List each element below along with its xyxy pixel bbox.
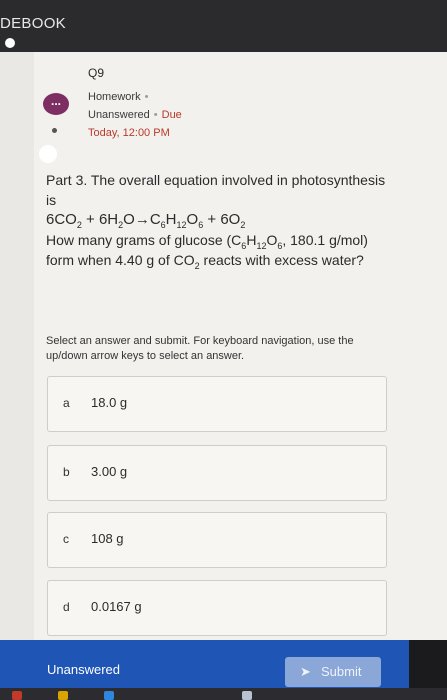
- answer-option-d[interactable]: d 0.0167 g: [47, 580, 387, 636]
- separator-dot-icon: •: [153, 109, 158, 121]
- option-text: 0.0167 g: [91, 599, 142, 614]
- answer-option-c[interactable]: c 108 g: [47, 512, 387, 568]
- eq-sub: 12: [176, 220, 187, 230]
- option-letter: a: [63, 396, 70, 410]
- question-meta: Homework •: [88, 88, 182, 106]
- question-header: Q9 Homework • Unanswered • Due Today, 12:00…: [88, 66, 182, 142]
- side-strip: [0, 52, 34, 652]
- option-text: 3.00 g: [91, 464, 128, 479]
- option-text: 18.0 g: [91, 395, 128, 410]
- eq-sub: 2: [240, 220, 246, 230]
- submit-label: Submit: [321, 664, 362, 679]
- taskbar-app-icon[interactable]: [104, 691, 114, 700]
- question-status: Unanswered: [88, 109, 150, 121]
- taskbar-app-icon[interactable]: [12, 691, 22, 700]
- question-number: Q9: [88, 66, 105, 80]
- ask-text: reacts with excess water?: [199, 252, 364, 268]
- separator-dot-icon: •: [144, 91, 149, 103]
- eq-term: O→C: [123, 211, 161, 228]
- due-label: Due: [161, 109, 182, 121]
- taskbar-app-icon[interactable]: [242, 691, 252, 700]
- option-text: 108 g: [91, 531, 124, 546]
- app-header: [0, 0, 447, 52]
- bullet-icon: [52, 128, 57, 133]
- option-letter: d: [63, 600, 70, 614]
- ask-text: H: [246, 232, 257, 248]
- answer-option-b[interactable]: b 3.00 g: [47, 445, 387, 501]
- taskbar-app-icon[interactable]: [58, 691, 68, 700]
- answer-instruction: Select an answer and submit. For keyboar…: [46, 335, 354, 362]
- eq-term: 6CO: [46, 211, 77, 228]
- send-icon: ➤: [300, 664, 311, 679]
- status-dot-icon: [5, 38, 15, 48]
- eq-term: O: [186, 211, 199, 228]
- ask-sub: 12: [256, 240, 267, 251]
- question-ask: How many grams of glucose (C6H12O6, 180.…: [46, 230, 396, 270]
- question-status-line: Unanswered • Due: [88, 106, 182, 124]
- ask-text: How many grams of glucose (C: [46, 232, 242, 248]
- submit-button[interactable]: ➤ Submit: [285, 657, 381, 687]
- flag-icon[interactable]: [39, 145, 57, 163]
- question-text: Part 3. The overall equation involved in…: [46, 170, 396, 270]
- more-options-icon[interactable]: ...: [43, 93, 69, 115]
- eq-term: + 6O: [203, 211, 241, 228]
- option-letter: c: [63, 532, 69, 546]
- question-category: Homework: [88, 91, 141, 103]
- eq-term: H: [165, 211, 177, 228]
- option-letter: b: [63, 465, 70, 479]
- due-time: Today, 12:00 PM: [88, 127, 170, 139]
- ask-text: O: [266, 232, 278, 248]
- answer-option-a[interactable]: a 18.0 g: [47, 376, 387, 432]
- eq-term: + 6H: [81, 211, 119, 228]
- answer-status: Unanswered: [47, 662, 120, 677]
- question-intro: Part 3. The overall equation involved in…: [46, 172, 386, 208]
- equation: 6CO2 + 6H2O→C6H12O6 + 6O2: [46, 210, 396, 230]
- app-title: DEBOOK: [0, 15, 66, 32]
